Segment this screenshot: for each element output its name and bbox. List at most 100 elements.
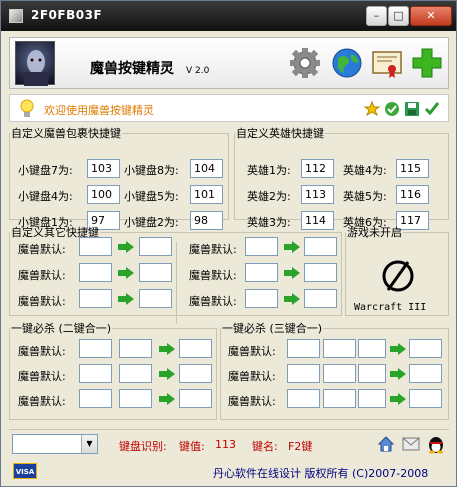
minimize-button[interactable]: – bbox=[366, 6, 387, 26]
other-key-target-input[interactable] bbox=[139, 263, 172, 282]
star-icon[interactable] bbox=[364, 101, 380, 117]
combo2-label: 魔兽默认: bbox=[18, 345, 66, 358]
game-status-legend: 游戏未开启 bbox=[347, 226, 402, 239]
other-key-source-input[interactable] bbox=[79, 263, 112, 282]
combo3-key1-input[interactable] bbox=[287, 364, 320, 383]
key-select-dropdown[interactable]: ▼ bbox=[12, 434, 98, 454]
not-running-icon bbox=[382, 260, 414, 292]
arrow-right-icon bbox=[390, 343, 406, 355]
app-title: 魔兽按键精灵 bbox=[90, 61, 174, 77]
other-key-target-input[interactable] bbox=[304, 263, 337, 282]
hero-legend: 自定义英雄快捷键 bbox=[236, 127, 324, 140]
arrow-right-icon bbox=[118, 293, 134, 305]
save-disk-icon[interactable] bbox=[404, 101, 420, 117]
combo3-key2-input[interactable] bbox=[323, 389, 356, 408]
inventory-legend: 自定义魔兽包裹快捷键 bbox=[11, 127, 121, 140]
other-key-target-input[interactable] bbox=[304, 237, 337, 256]
combo3-label: 魔兽默认: bbox=[228, 395, 276, 408]
inventory-label: 小键盘4为: bbox=[18, 190, 73, 203]
arrow-right-icon bbox=[284, 267, 300, 279]
key-value-label: 键值: bbox=[179, 440, 205, 453]
hero2-input[interactable] bbox=[301, 185, 334, 204]
hero-label: 英雄5为: bbox=[343, 190, 387, 203]
arrow-right-icon bbox=[390, 393, 406, 405]
combo2-target-input[interactable] bbox=[179, 364, 212, 383]
window-title: 2F0FB03F bbox=[31, 8, 103, 22]
qq-penguin-icon[interactable] bbox=[427, 434, 445, 454]
key-name: F2键 bbox=[288, 440, 313, 453]
combo2-key2-input[interactable] bbox=[119, 364, 152, 383]
game-status-group: 游戏未开启 Warcraft III bbox=[345, 224, 449, 316]
numpad4-input[interactable] bbox=[87, 185, 120, 204]
numpad5-input[interactable] bbox=[190, 185, 223, 204]
divider bbox=[176, 242, 177, 324]
combo3-target-input[interactable] bbox=[409, 364, 442, 383]
combo2-target-input[interactable] bbox=[179, 339, 212, 358]
combo2-target-input[interactable] bbox=[179, 389, 212, 408]
other-key-source-input[interactable] bbox=[79, 237, 112, 256]
combo2-key1-input[interactable] bbox=[79, 389, 112, 408]
other-key-source-input[interactable] bbox=[245, 237, 278, 256]
arrow-right-icon bbox=[390, 368, 406, 380]
add-plus-icon[interactable] bbox=[410, 46, 444, 80]
main-window: 2F0FB03F – □ ✕ 魔兽按键精灵 V 2.0 欢迎使用魔兽按键精灵 自… bbox=[0, 0, 457, 487]
hero-label: 英雄4为: bbox=[343, 164, 387, 177]
check-circle-icon[interactable] bbox=[384, 101, 400, 117]
combo3-key2-input[interactable] bbox=[323, 339, 356, 358]
footer: VISA 丹心软件在线设计 版权所有 (C)2007-2008 bbox=[9, 461, 449, 483]
chevron-down-icon[interactable]: ▼ bbox=[81, 435, 97, 453]
other-key-target-input[interactable] bbox=[139, 237, 172, 256]
combo3-key3-input[interactable] bbox=[358, 364, 386, 383]
numpad8-input[interactable] bbox=[190, 159, 223, 178]
app-header: 魔兽按键精灵 V 2.0 bbox=[9, 37, 449, 89]
other-key-label: 魔兽默认: bbox=[18, 295, 66, 308]
bulb-icon bbox=[20, 99, 34, 117]
hero-label: 英雄1为: bbox=[247, 164, 291, 177]
other-key-label: 魔兽默认: bbox=[189, 269, 237, 282]
inventory-label: 小键盘5为: bbox=[124, 190, 179, 203]
other-key-label: 魔兽默认: bbox=[18, 269, 66, 282]
other-key-source-input[interactable] bbox=[79, 289, 112, 308]
hero-keys-group: 自定义英雄快捷键 英雄1为: 英雄4为: 英雄2为: 英雄5为: 英雄3为: 英… bbox=[234, 125, 449, 230]
close-button[interactable]: ✕ bbox=[410, 6, 452, 26]
combo3-key1-input[interactable] bbox=[287, 339, 320, 358]
combo2-label: 魔兽默认: bbox=[18, 370, 66, 383]
combo3-target-input[interactable] bbox=[409, 339, 442, 358]
combo2-key2-input[interactable] bbox=[119, 389, 152, 408]
hero5-input[interactable] bbox=[396, 185, 429, 204]
combo2-key1-input[interactable] bbox=[79, 364, 112, 383]
combo3-key2-input[interactable] bbox=[323, 364, 356, 383]
combo3-key1-input[interactable] bbox=[287, 389, 320, 408]
combo2-key2-input[interactable] bbox=[119, 339, 152, 358]
check-icon[interactable] bbox=[424, 101, 440, 117]
maximize-button[interactable]: □ bbox=[388, 6, 409, 26]
home-icon[interactable] bbox=[377, 435, 395, 453]
combo3-key3-input[interactable] bbox=[358, 339, 386, 358]
combo3-label: 魔兽默认: bbox=[228, 345, 276, 358]
key-name-label: 键名: bbox=[252, 440, 278, 453]
globe-icon[interactable] bbox=[330, 46, 364, 80]
other-key-target-input[interactable] bbox=[304, 289, 337, 308]
hero4-input[interactable] bbox=[396, 159, 429, 178]
hero1-input[interactable] bbox=[301, 159, 334, 178]
settings-gear-icon[interactable] bbox=[288, 46, 322, 80]
combo3-legend: 一键必杀 (三键合一) bbox=[222, 322, 323, 335]
other-key-label: 魔兽默认: bbox=[189, 243, 237, 256]
arrow-right-icon bbox=[159, 368, 175, 380]
arrow-right-icon bbox=[159, 343, 175, 355]
key-value: 113 bbox=[215, 438, 236, 451]
other-key-source-input[interactable] bbox=[245, 289, 278, 308]
other-key-source-input[interactable] bbox=[245, 263, 278, 282]
combo2-key1-input[interactable] bbox=[79, 339, 112, 358]
certificate-icon[interactable] bbox=[370, 46, 404, 80]
title-bar[interactable]: 2F0FB03F – □ ✕ bbox=[1, 1, 456, 31]
combo3-key3-input[interactable] bbox=[358, 389, 386, 408]
welcome-tip-bar: 欢迎使用魔兽按键精灵 bbox=[9, 94, 449, 122]
mail-icon[interactable] bbox=[402, 436, 420, 452]
other-key-target-input[interactable] bbox=[139, 289, 172, 308]
arrow-right-icon bbox=[118, 267, 134, 279]
status-bar: ▼ 键盘识别: 键值: 113 键名: F2键 bbox=[9, 429, 449, 457]
visa-icon: VISA bbox=[13, 463, 37, 479]
numpad7-input[interactable] bbox=[87, 159, 120, 178]
combo3-target-input[interactable] bbox=[409, 389, 442, 408]
